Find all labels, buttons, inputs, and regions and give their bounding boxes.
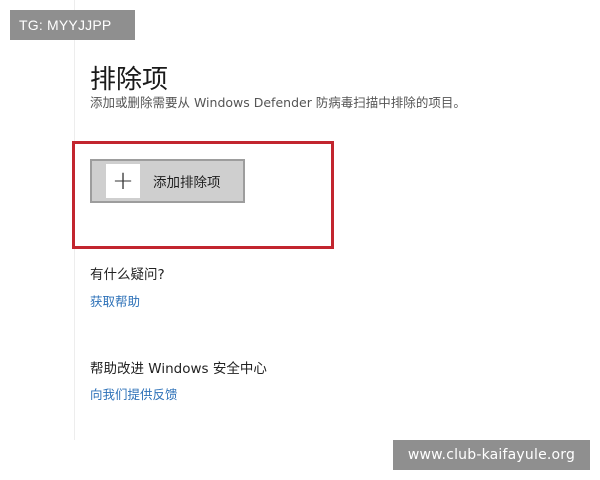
get-help-link[interactable]: 获取帮助 xyxy=(90,291,140,310)
watermark-bottom-label: www.club-kaifayule.org xyxy=(393,440,590,470)
page-description: 添加或删除需要从 Windows Defender 防病毒扫描中排除的项目。 xyxy=(90,95,466,110)
give-feedback-link[interactable]: 向我们提供反馈 xyxy=(90,384,178,403)
add-exclusion-label: 添加排除项 xyxy=(153,175,221,191)
add-exclusion-button[interactable]: + 添加排除项 xyxy=(90,159,245,203)
watermark-top-label: TG: MYYJJPP xyxy=(10,10,135,40)
plus-glyph: + xyxy=(112,166,134,196)
plus-icon: + xyxy=(106,164,140,198)
feedback-heading: 帮助改进 Windows 安全中心 xyxy=(90,361,267,377)
help-heading: 有什么疑问? xyxy=(90,267,165,283)
page-title: 排除项 xyxy=(90,65,169,96)
